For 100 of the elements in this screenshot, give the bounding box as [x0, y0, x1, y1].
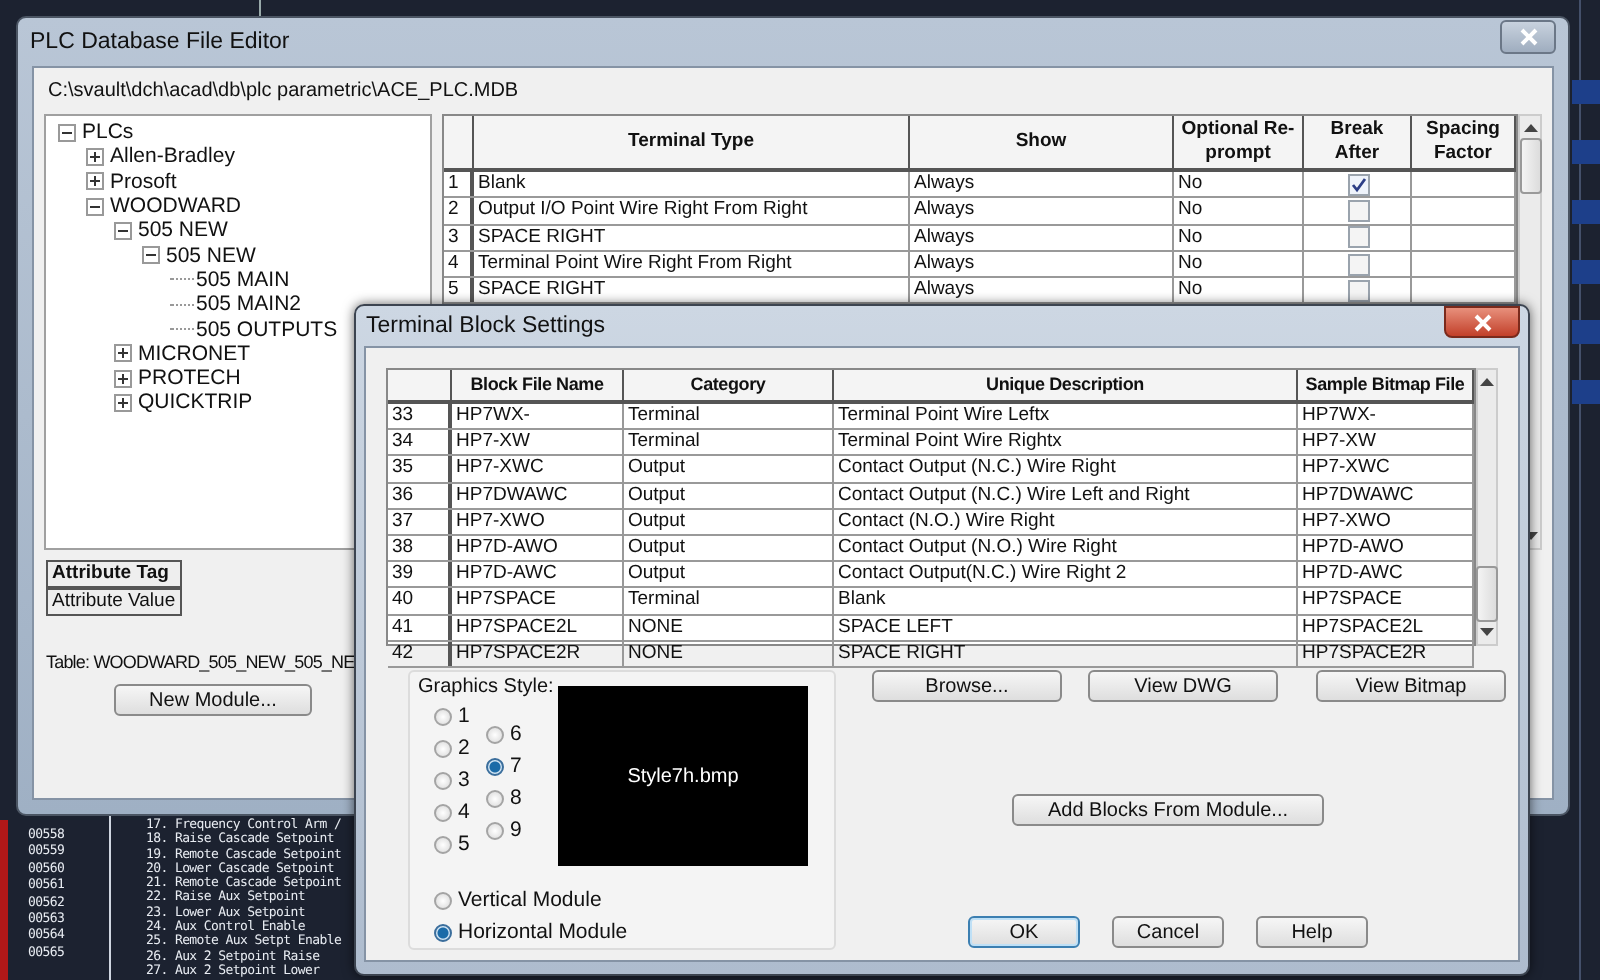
new-module-button[interactable]: New Module... — [114, 684, 312, 716]
table-cell: HP7-XWC — [1298, 456, 1474, 482]
tree-item[interactable]: WOODWARD — [110, 194, 242, 219]
table-cell: No — [1174, 251, 1304, 277]
table-cell: No — [1174, 198, 1304, 224]
tree-item[interactable]: 505 MAIN2 — [196, 292, 302, 317]
tree-item[interactable]: 505 NEW — [166, 243, 256, 268]
checkbox[interactable] — [1348, 279, 1370, 302]
tree-item[interactable]: MICRONET — [138, 341, 250, 366]
file-path: C:\svault\dch\acad\db\plc parametric\ACE_PLC.MDB — [48, 80, 521, 102]
scroll-down-icon[interactable] — [1480, 628, 1494, 636]
table-cell: SPACE RIGHT — [474, 278, 910, 303]
table-cell: Terminal — [624, 430, 834, 455]
column-header[interactable]: Break After — [1304, 116, 1412, 168]
table-cell: No — [1174, 172, 1304, 197]
column-header[interactable]: Terminal Type — [474, 116, 910, 168]
table-cell: Output — [624, 456, 834, 482]
dialog-button[interactable]: Help — [1256, 916, 1368, 948]
scroll-up-icon[interactable] — [1480, 378, 1494, 386]
checkbox[interactable] — [1348, 253, 1370, 276]
dialog-button[interactable]: Cancel — [1112, 916, 1224, 948]
row-number: 38 — [388, 535, 452, 561]
radio-option[interactable]: 9 — [486, 814, 538, 846]
table-cell: HP7SPACE — [1298, 588, 1474, 613]
radio-button[interactable] — [486, 725, 504, 743]
radio-option[interactable]: 3 — [434, 764, 486, 796]
radio-option[interactable]: Vertical Module — [434, 884, 826, 916]
column-header[interactable]: Optional Re-prompt — [1174, 116, 1304, 168]
dialog-button[interactable]: View DWG — [1088, 670, 1278, 702]
collapse-icon[interactable] — [86, 197, 104, 216]
radio-button[interactable] — [434, 771, 452, 789]
radio-option[interactable]: 7 — [486, 750, 538, 782]
checkbox[interactable] — [1348, 199, 1370, 222]
scroll-thumb[interactable] — [1519, 138, 1541, 194]
collapse-icon[interactable] — [142, 246, 160, 265]
radio-button[interactable] — [434, 707, 452, 725]
radio-button[interactable] — [434, 835, 452, 853]
add-blocks-button[interactable]: Add Blocks From Module... — [1012, 794, 1324, 826]
radio-button[interactable] — [486, 821, 504, 839]
table-cell: Always — [910, 225, 1174, 250]
expand-icon[interactable] — [114, 369, 132, 388]
radio-button[interactable] — [486, 789, 504, 807]
dialog-button[interactable]: View Bitmap — [1316, 670, 1506, 702]
radio-button[interactable] — [434, 891, 452, 909]
radio-option[interactable]: 2 — [434, 732, 486, 764]
scroll-up-icon[interactable] — [1523, 124, 1537, 132]
table-cell: No — [1174, 225, 1304, 250]
radio-button[interactable] — [434, 923, 452, 941]
radio-button[interactable] — [434, 739, 452, 757]
tree-item[interactable]: 505 NEW — [138, 218, 228, 243]
dialog-button[interactable]: OK — [968, 916, 1080, 948]
collapse-icon[interactable] — [58, 123, 76, 142]
column-header[interactable]: Spacing Factor — [1412, 116, 1516, 168]
row-number: 1 — [444, 172, 474, 197]
cad-block — [1572, 140, 1600, 164]
radio-option[interactable]: Horizontal Module — [434, 916, 826, 948]
row-number: 42 — [388, 641, 452, 666]
table-name: Table: WOODWARD_505_NEW_505_NE — [46, 652, 357, 672]
radio-button[interactable] — [434, 803, 452, 821]
radio-option[interactable]: 8 — [486, 782, 538, 814]
tree-item[interactable]: 505 OUTPUTS — [196, 317, 338, 342]
tree-item[interactable]: PROTECH — [138, 366, 241, 391]
column-header[interactable]: Block File Name — [452, 370, 624, 400]
expand-icon[interactable] — [114, 344, 132, 363]
table-cell: Terminal Point Wire Leftx — [834, 404, 1298, 429]
tree-item[interactable]: Prosoft — [110, 169, 177, 194]
radio-option[interactable]: 4 — [434, 796, 486, 828]
table-cell: Output — [624, 562, 834, 587]
dialog-button[interactable]: Browse... — [872, 670, 1062, 702]
scrollbar[interactable] — [1476, 368, 1498, 646]
dialog-title: Terminal Block Settings — [366, 314, 606, 338]
table-cell: NONE — [624, 641, 834, 666]
scroll-thumb[interactable] — [1476, 566, 1498, 622]
table-cell: HP7SPACE2R — [452, 641, 624, 666]
expand-icon[interactable] — [114, 393, 132, 412]
close-button[interactable] — [1500, 19, 1556, 53]
table-cell: Always — [910, 251, 1174, 277]
table-cell: HP7-XW — [1298, 430, 1474, 455]
column-header[interactable]: Show — [910, 116, 1174, 168]
attribute-header: Attribute Tag — [46, 560, 182, 588]
collapse-icon[interactable] — [114, 221, 132, 240]
column-header[interactable]: Unique Description — [834, 370, 1298, 400]
table-cell: HP7-XW — [452, 430, 624, 455]
expand-icon[interactable] — [86, 147, 104, 166]
radio-button[interactable] — [486, 757, 504, 775]
tree-item[interactable]: PLCs — [82, 120, 134, 145]
column-header[interactable]: Category — [624, 370, 834, 400]
table-cell: Blank — [474, 172, 910, 197]
tree-item[interactable]: 505 MAIN — [196, 267, 290, 292]
checkbox[interactable] — [1348, 226, 1370, 249]
radio-option[interactable]: 6 — [486, 718, 538, 750]
tree-item[interactable]: Allen-Bradley — [110, 144, 235, 169]
row-number: 35 — [388, 456, 452, 482]
column-header[interactable]: Sample Bitmap File — [1298, 370, 1474, 400]
close-button[interactable] — [1444, 306, 1520, 338]
tree-item[interactable]: QUICKTRIP — [138, 390, 253, 415]
radio-option[interactable]: 5 — [434, 828, 486, 860]
radio-option[interactable]: 1 — [434, 700, 486, 732]
expand-icon[interactable] — [86, 172, 104, 191]
checkbox[interactable] — [1348, 173, 1370, 196]
